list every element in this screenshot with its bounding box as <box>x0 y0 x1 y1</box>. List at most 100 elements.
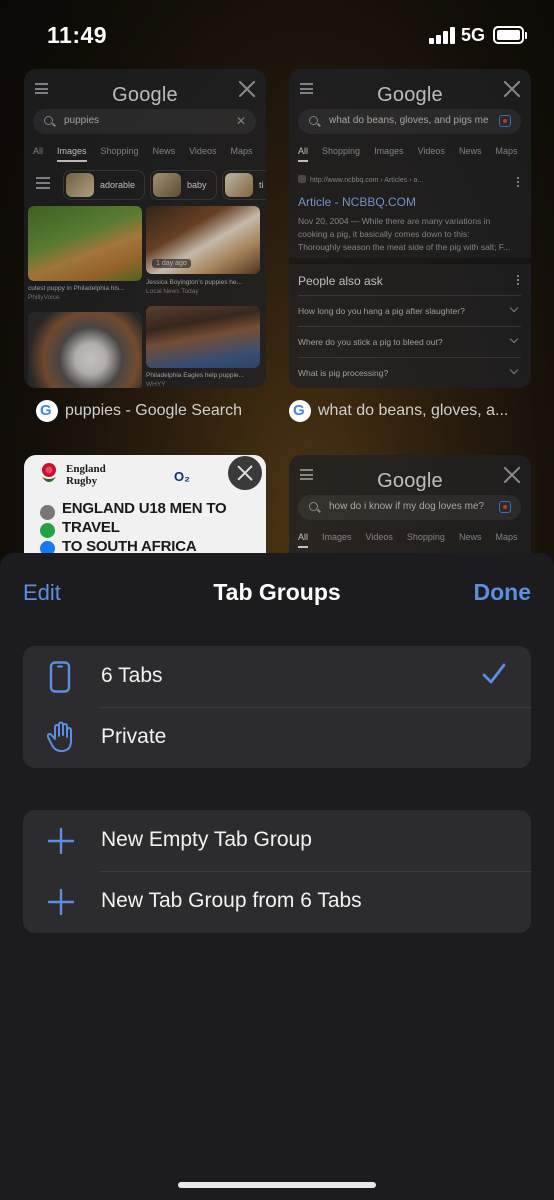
tab-group-label: Private <box>101 725 167 748</box>
result-title: Article - NCBBQ.COM <box>298 195 417 209</box>
image-caption-1: cutest puppy in Philadelphia his... Phill… <box>28 285 125 301</box>
search-tabs: All Shopping Images Videos News Maps <box>298 146 531 162</box>
cellular-signal-icon <box>429 27 455 44</box>
search-tab: Videos <box>189 146 217 156</box>
chip-ti: ti <box>222 170 266 200</box>
status-bar: 11:49 5G <box>0 0 554 70</box>
close-tab-icon[interactable] <box>502 79 522 99</box>
action-label: New Empty Tab Group <box>101 828 312 851</box>
search-tab: All <box>33 146 44 156</box>
result-snippet: Nov 20, 2004 — While there are many vari… <box>298 216 511 252</box>
tab-groups-sheet: Edit Tab Groups Done 6 Tabs Private New … <box>0 553 554 1200</box>
search-tab-active: All <box>298 146 309 156</box>
search-bar: how do i know if my dog loves me? <box>298 495 521 520</box>
search-icon <box>44 116 53 125</box>
paa-question: Where do you stick a pig to bleed out? <box>298 326 521 356</box>
search-tab: Maps <box>495 532 518 542</box>
tab-card-england-rugby[interactable]: England Rugby O₂ ENGLAND U18 MEN TO TRAVE… <box>24 455 266 565</box>
new-tab-group-from-tabs-button[interactable]: New Tab Group from 6 Tabs <box>23 871 531 932</box>
search-tab-active: All <box>298 532 309 542</box>
tab-groups-list: 6 Tabs Private <box>23 646 531 768</box>
close-tab-icon[interactable] <box>228 456 262 490</box>
search-tabs: All Images Shopping News Videos Maps <box>33 146 266 162</box>
google-logo: Google <box>377 470 443 492</box>
whatsapp-share-icon <box>40 523 55 538</box>
search-tab: Shopping <box>100 146 139 156</box>
google-logo: Google <box>112 84 178 106</box>
result-url: http://www.ncbbq.com › Articles › a... <box>298 175 423 184</box>
search-tab: Shopping <box>322 146 361 156</box>
clear-icon: ✕ <box>235 114 246 128</box>
section-divider <box>289 258 531 264</box>
sponsor-logo: O₂ <box>174 469 190 484</box>
plus-icon <box>48 889 74 915</box>
home-indicator[interactable] <box>178 1182 376 1188</box>
close-tab-icon[interactable] <box>237 79 257 99</box>
search-tab: Images <box>374 146 404 156</box>
tab-group-6-tabs[interactable]: 6 Tabs <box>23 646 531 707</box>
search-bar: what do beans, gloves, and pigs me <box>298 109 521 134</box>
hand-icon <box>47 721 72 752</box>
search-tab-active: Images <box>57 146 87 156</box>
more-options-icon <box>517 177 519 187</box>
article-headline: ENGLAND U18 MEN TO TRAVEL TO SOUTH AFRICA <box>62 500 227 555</box>
search-tab: Videos <box>365 532 393 542</box>
search-query: puppies <box>64 115 100 126</box>
phone-icon <box>49 661 71 693</box>
search-tab: News <box>152 146 176 156</box>
search-tab: News <box>458 532 482 542</box>
checkmark-icon <box>482 663 506 684</box>
action-label: New Tab Group from 6 Tabs <box>101 889 362 912</box>
puppy-image-4 <box>146 306 260 368</box>
plus-icon <box>48 828 74 854</box>
search-tab: Videos <box>417 146 445 156</box>
search-tab: Maps <box>230 146 253 156</box>
tab-card-dog-loves-me[interactable]: Google how do i know if my dog loves me?… <box>289 455 531 565</box>
google-logo: Google <box>377 84 443 106</box>
chevron-down-icon <box>509 303 519 313</box>
people-also-ask-title: People also ask <box>298 274 383 288</box>
search-bar: puppies ✕ <box>33 109 256 134</box>
tab-label-beans-gloves-pigs: G what do beans, gloves, a... <box>289 400 529 426</box>
puppy-image-2: 1 day ago <box>146 206 260 274</box>
tab-card-puppies[interactable]: Google puppies ✕ All Images Shopping News Vi… <box>24 69 266 388</box>
england-rugby-rose-logo <box>42 463 56 482</box>
new-empty-tab-group-button[interactable]: New Empty Tab Group <box>23 810 531 871</box>
search-icon <box>309 116 318 125</box>
paa-question: How long do you hang a pig after slaught… <box>298 295 521 325</box>
chip-adorable: adorable <box>63 170 145 200</box>
tab-group-label: 6 Tabs <box>101 664 163 687</box>
age-badge: 1 day ago <box>152 259 191 268</box>
search-query: what do beans, gloves, and pigs me <box>329 115 489 126</box>
search-tab: Images <box>322 532 352 542</box>
new-tab-group-actions: New Empty Tab Group New Tab Group from 6… <box>23 810 531 933</box>
network-type: 5G <box>461 25 486 45</box>
site-name: England Rugby <box>66 463 106 487</box>
tab-group-private[interactable]: Private <box>23 707 531 768</box>
more-options-icon <box>517 275 519 285</box>
chevron-down-icon <box>509 334 519 344</box>
battery-icon <box>493 26 527 44</box>
status-time: 11:49 <box>47 22 108 48</box>
chevron-down-icon <box>509 365 519 375</box>
email-share-icon <box>40 505 55 520</box>
search-tab: Shopping <box>406 532 445 542</box>
tab-card-beans-gloves-pigs[interactable]: Google what do beans, gloves, and pigs m… <box>289 69 531 388</box>
done-button[interactable]: Done <box>474 579 532 606</box>
search-query: how do i know if my dog loves me? <box>329 501 485 512</box>
puppy-image-1 <box>28 206 142 281</box>
filter-icon <box>36 177 50 191</box>
sheet-header: Edit Tab Groups Done <box>0 553 554 633</box>
tab-label-puppies: G puppies - Google Search <box>36 400 264 426</box>
search-tab: Maps <box>495 146 518 156</box>
image-caption-2: Jessica Boyington's puppies he... Local N… <box>146 279 242 295</box>
paa-question: What is pig processing? <box>298 357 521 387</box>
google-lens-icon <box>499 501 511 513</box>
image-caption-4: Philadelphia Eagles help puppie... WHYY <box>146 372 244 388</box>
close-tab-icon[interactable] <box>502 465 522 485</box>
chip-baby: baby <box>150 170 217 200</box>
search-icon <box>309 502 318 511</box>
search-tabs: All Images Videos Shopping News Maps <box>298 532 531 548</box>
google-favicon-icon: G <box>36 400 58 422</box>
google-favicon-icon: G <box>289 400 311 422</box>
